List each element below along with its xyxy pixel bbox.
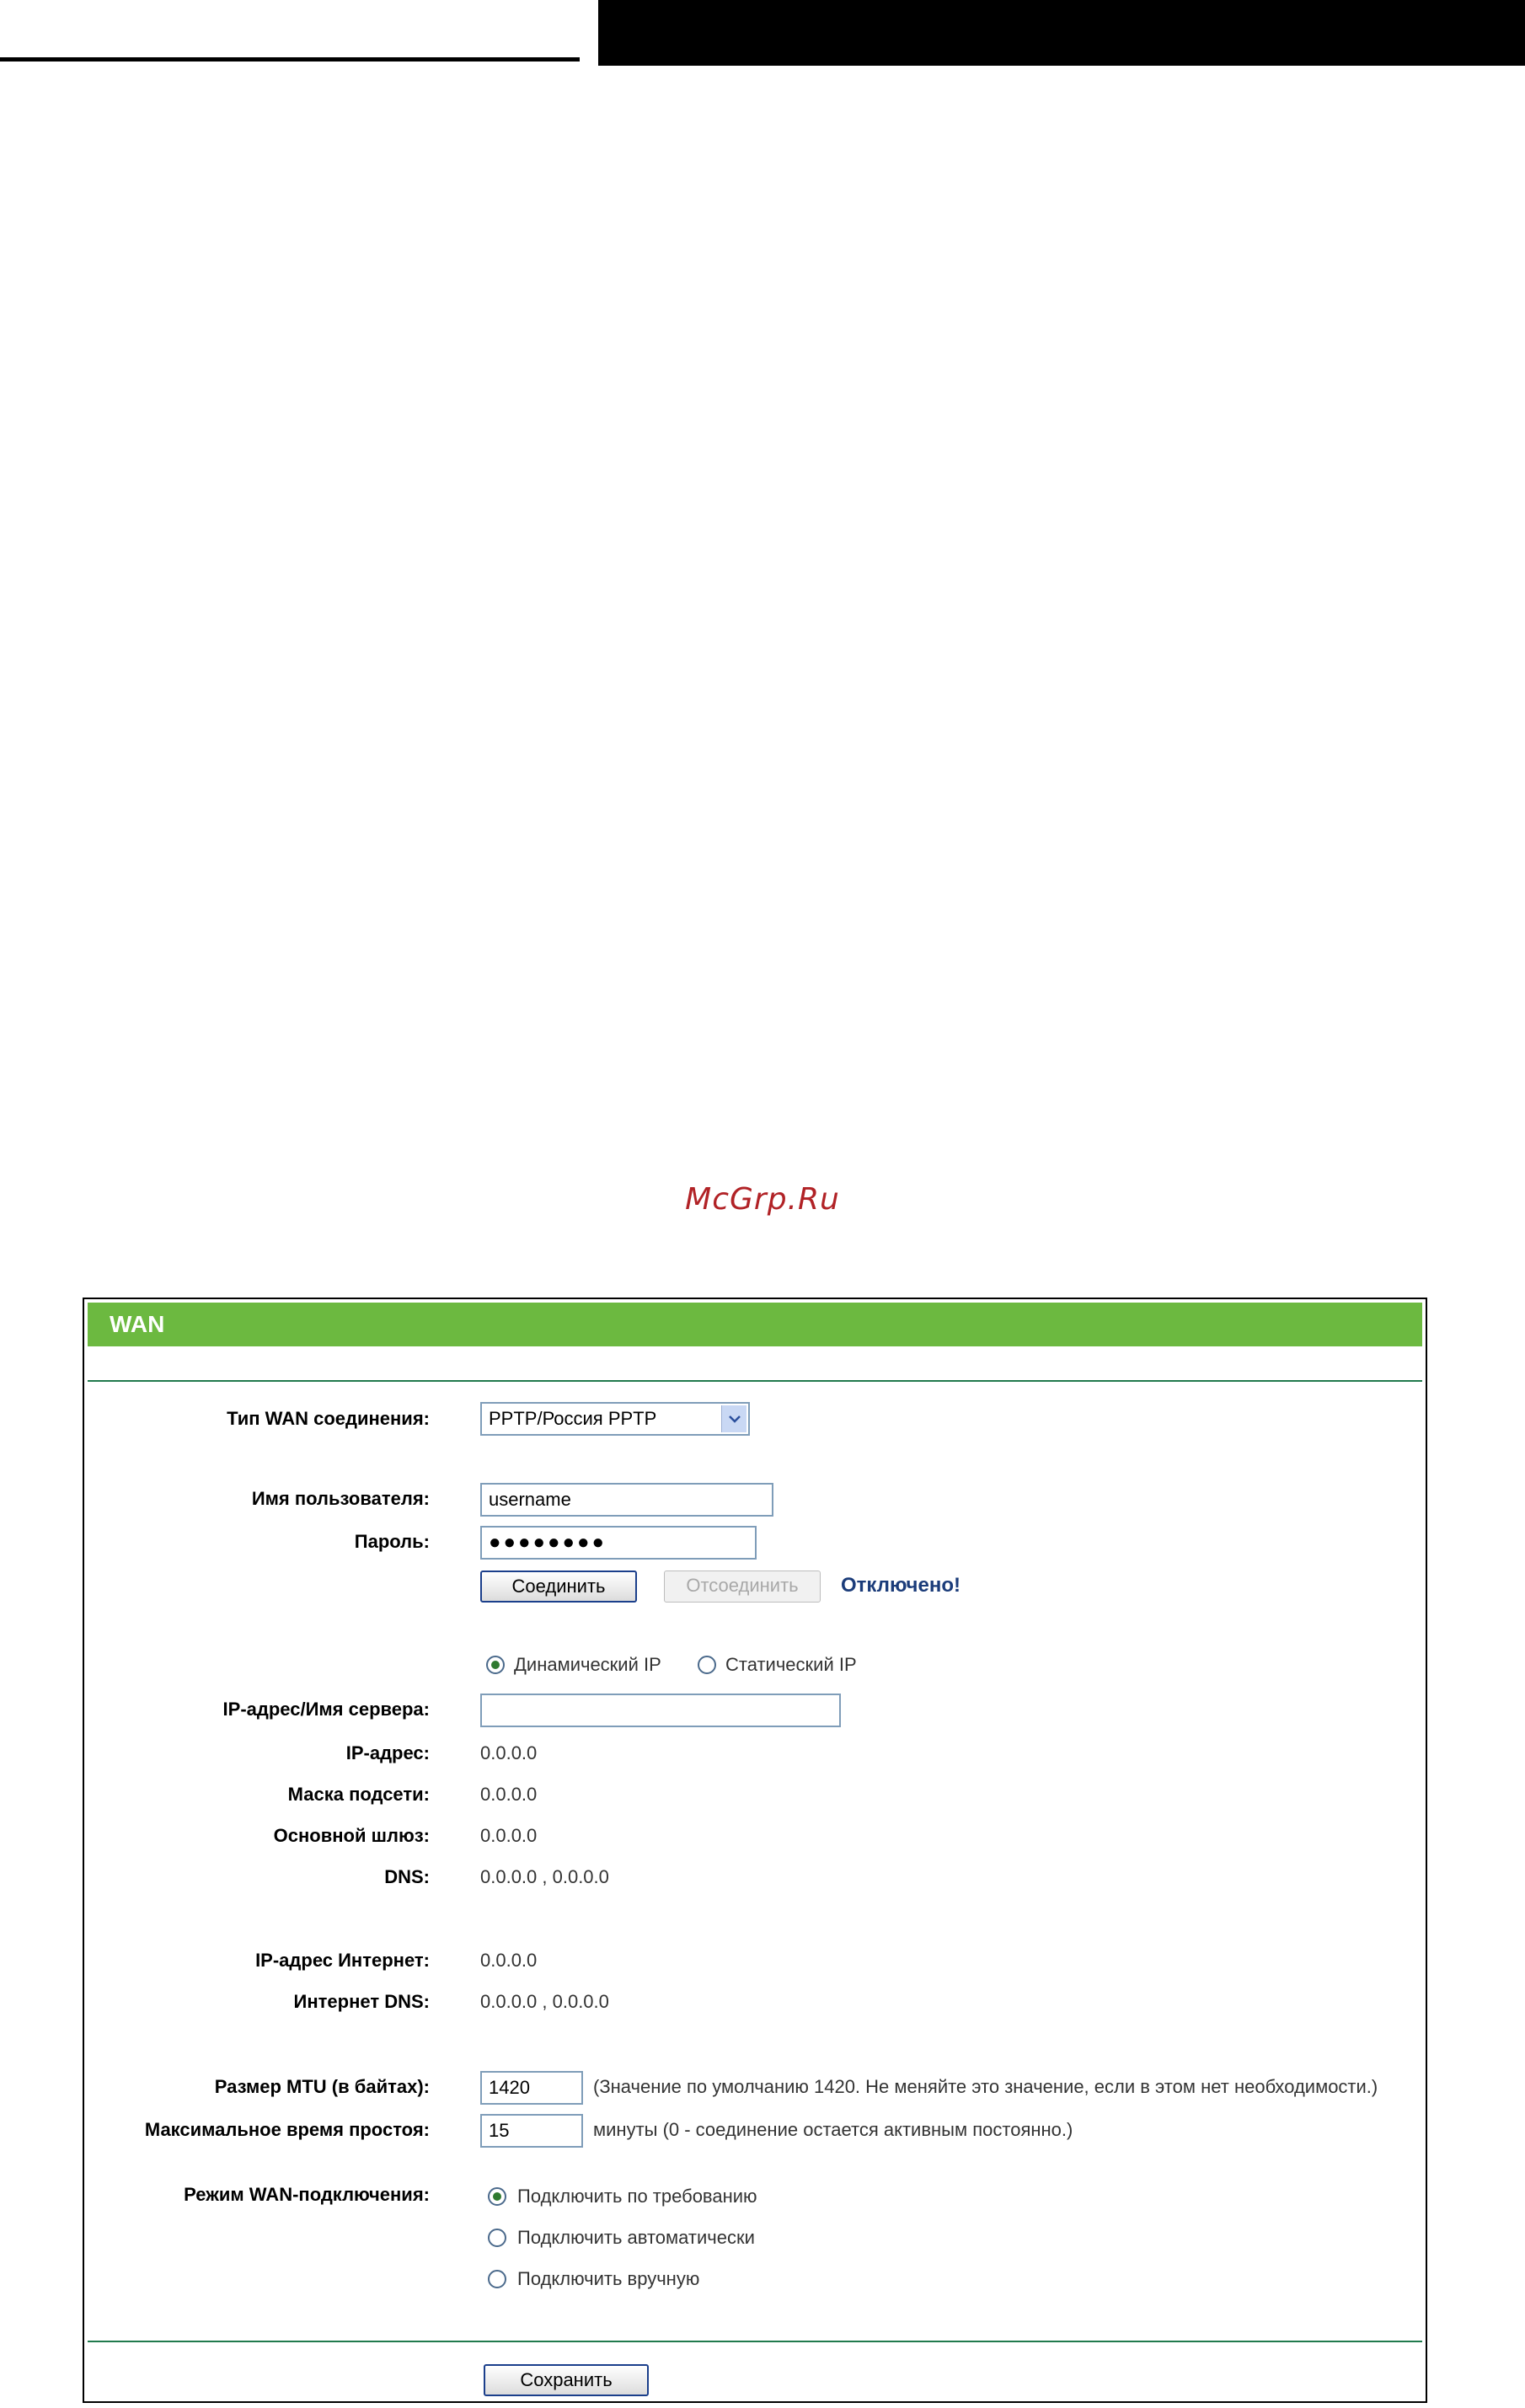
connect-button[interactable]: Соединить	[480, 1571, 637, 1603]
dns-label: DNS:	[384, 1866, 430, 1887]
username-label: Имя пользователя:	[251, 1488, 430, 1509]
internet-ip-value: 0.0.0.0	[480, 1950, 538, 1971]
ip-label: IP-адрес:	[345, 1742, 430, 1763]
mtu-label: Размер MTU (в байтах):	[214, 2076, 430, 2097]
gateway-value: 0.0.0.0	[480, 1825, 538, 1846]
wan-mode-auto-radio[interactable]	[488, 2229, 506, 2247]
wan-mode-on-demand-radio[interactable]	[488, 2187, 506, 2206]
internet-dns-value: 0.0.0.0 , 0.0.0.0	[480, 1991, 609, 2012]
wan-mode-label: Режим WAN-подключения:	[184, 2184, 430, 2205]
wan-type-select[interactable]: PPTP/Россия PPTP	[480, 1402, 750, 1436]
page-header-left	[0, 0, 580, 62]
chevron-down-icon[interactable]	[721, 1405, 746, 1432]
dynamic-ip-label: Динамический IP	[514, 1654, 661, 1675]
panel-title: WAN	[88, 1303, 1422, 1346]
watermark: McGrp.Ru	[685, 1182, 840, 1217]
static-ip-label: Статический IP	[725, 1654, 857, 1675]
mtu-hint: (Значение по умолчанию 1420. Не меняйте …	[593, 2076, 1378, 2097]
gateway-label: Основной шлюз:	[273, 1825, 430, 1846]
idle-time-label: Максимальное время простоя:	[144, 2119, 430, 2140]
server-label: IP-адрес/Имя сервера:	[222, 1699, 430, 1720]
username-input[interactable]: username	[480, 1483, 773, 1517]
wan-type-label: Тип WAN соединения:	[227, 1408, 430, 1429]
idle-time-input[interactable]: 15	[480, 2114, 583, 2148]
mtu-input[interactable]: 1420	[480, 2071, 583, 2105]
save-button[interactable]: Сохранить	[484, 2364, 649, 2396]
dns-value: 0.0.0.0 , 0.0.0.0	[480, 1866, 609, 1887]
wan-mode-manual-label: Подключить вручную	[517, 2268, 700, 2289]
wan-type-value: PPTP/Россия PPTP	[489, 1408, 657, 1429]
password-input[interactable]: ●●●●●●●●	[480, 1526, 757, 1560]
internet-dns-label: Интернет DNS:	[293, 1991, 430, 2012]
internet-ip-label: IP-адрес Интернет:	[255, 1950, 430, 1971]
wan-mode-manual-radio[interactable]	[488, 2270, 506, 2288]
connection-status: Отключено!	[841, 1574, 960, 1597]
disconnect-button[interactable]: Отсоединить	[664, 1571, 821, 1603]
dynamic-ip-radio[interactable]	[486, 1656, 505, 1674]
static-ip-radio[interactable]	[698, 1656, 716, 1674]
footer-separator	[88, 2341, 1422, 2342]
password-label: Пароль:	[354, 1531, 430, 1552]
page-header-right	[598, 0, 1525, 66]
ip-value: 0.0.0.0	[480, 1742, 538, 1763]
idle-time-hint: минуты (0 - соединение остается активным…	[593, 2119, 1073, 2140]
wan-mode-auto-label: Подключить автоматически	[517, 2227, 755, 2248]
wan-mode-on-demand-label: Подключить по требованию	[517, 2186, 757, 2207]
mask-value: 0.0.0.0	[480, 1784, 538, 1805]
server-input[interactable]	[480, 1694, 841, 1727]
mask-label: Маска подсети:	[287, 1784, 430, 1805]
title-separator	[88, 1346, 1422, 1382]
wan-settings-panel: WAN Тип WAN соединения: PPTP/Россия PPTP…	[83, 1298, 1427, 2403]
